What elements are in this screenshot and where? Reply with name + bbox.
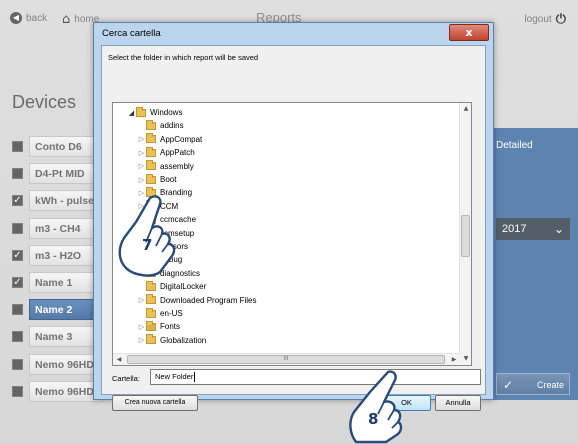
tree-item-label: DigitalLocker [160, 282, 207, 292]
tree-item[interactable]: addins [137, 119, 184, 132]
collapsed-arrow-icon[interactable]: ▷ [137, 296, 146, 304]
scroll-left-icon[interactable]: ◀ [113, 354, 125, 365]
new-folder-button[interactable]: Crea nuova cartella [112, 395, 198, 411]
folder-icon [146, 160, 156, 171]
dialog-title: Cerca cartella [102, 28, 161, 39]
collapsed-arrow-icon[interactable]: ▷ [137, 323, 146, 331]
expanded-arrow-icon[interactable]: ◢ [127, 109, 136, 117]
dialog-instruction: Select the folder in which report will b… [108, 53, 259, 62]
folder-icon [146, 280, 156, 291]
tree-vertical-scrollbar[interactable]: ▲ ▼ [459, 103, 471, 365]
collapsed-arrow-icon[interactable]: ▷ [137, 176, 146, 184]
folder-field-label: Cartella: [112, 374, 140, 383]
collapsed-arrow-icon[interactable]: ▷ [137, 149, 146, 157]
pointing-hand-icon [118, 195, 176, 277]
tree-item[interactable]: ▷ Boot [137, 173, 176, 186]
tree-item-label: AppPatch [160, 148, 195, 158]
folder-icon [146, 119, 156, 130]
folder-icon [146, 133, 156, 144]
tree-item[interactable]: ▷ assembly [137, 160, 194, 173]
dialog-close-button[interactable]: x [449, 24, 489, 41]
tree-item-label: Fonts [160, 322, 181, 332]
folder-icon [146, 294, 156, 305]
pointing-hand-icon [349, 370, 403, 444]
tree-item[interactable]: ◢ Windows [127, 106, 182, 119]
tree-item[interactable]: en-US [137, 307, 183, 320]
tree-item[interactable]: ▷ Fonts [137, 320, 180, 333]
tree-item[interactable]: ▷ AppPatch [137, 146, 195, 159]
scroll-right-icon[interactable]: ▶ [448, 354, 460, 365]
tree-item-label: Boot [160, 175, 177, 184]
folder-icon [146, 146, 156, 157]
step-number-8: 8 [368, 410, 379, 428]
folder-icon [146, 334, 156, 345]
tree-item-label: Downloaded Program Files [160, 295, 257, 305]
tree-item-label: AppCompat [160, 134, 203, 144]
text-caret [194, 372, 196, 383]
tree-item-label: assembly [160, 161, 194, 171]
tree-horizontal-scrollbar[interactable]: ◀ III ▶ [113, 353, 460, 365]
collapsed-arrow-icon[interactable]: ▷ [137, 135, 146, 143]
tree-item-label: en-US [160, 309, 183, 318]
tree-item-label: Globalization [160, 335, 207, 345]
tree-item-label: addins [160, 121, 184, 131]
folder-icon [146, 307, 156, 318]
folder-name-value: New Folder [155, 372, 194, 381]
folder-icon [136, 106, 146, 117]
folder-icon [146, 173, 156, 184]
tree-item[interactable]: ▷ Downloaded Program Files [137, 294, 257, 307]
tree-item[interactable]: ▷ Globalization [137, 334, 206, 347]
tree-item-label: Windows [150, 108, 183, 117]
tree-item[interactable]: ▷ AppCompat [137, 133, 202, 146]
scroll-down-icon[interactable]: ▼ [460, 353, 471, 365]
step-number-7: 7 [142, 236, 153, 254]
horizontal-scroll-thumb[interactable]: III [127, 355, 445, 364]
collapsed-arrow-icon[interactable]: ▷ [137, 336, 146, 344]
scroll-up-icon[interactable]: ▲ [460, 103, 471, 115]
tree-item[interactable]: DigitalLocker [137, 280, 206, 293]
vertical-scroll-thumb[interactable] [461, 215, 470, 257]
cancel-button[interactable]: Annulla [435, 395, 481, 411]
folder-icon [146, 320, 156, 331]
collapsed-arrow-icon[interactable]: ▷ [137, 162, 146, 170]
folder-name-input[interactable]: New Folder [150, 369, 481, 385]
